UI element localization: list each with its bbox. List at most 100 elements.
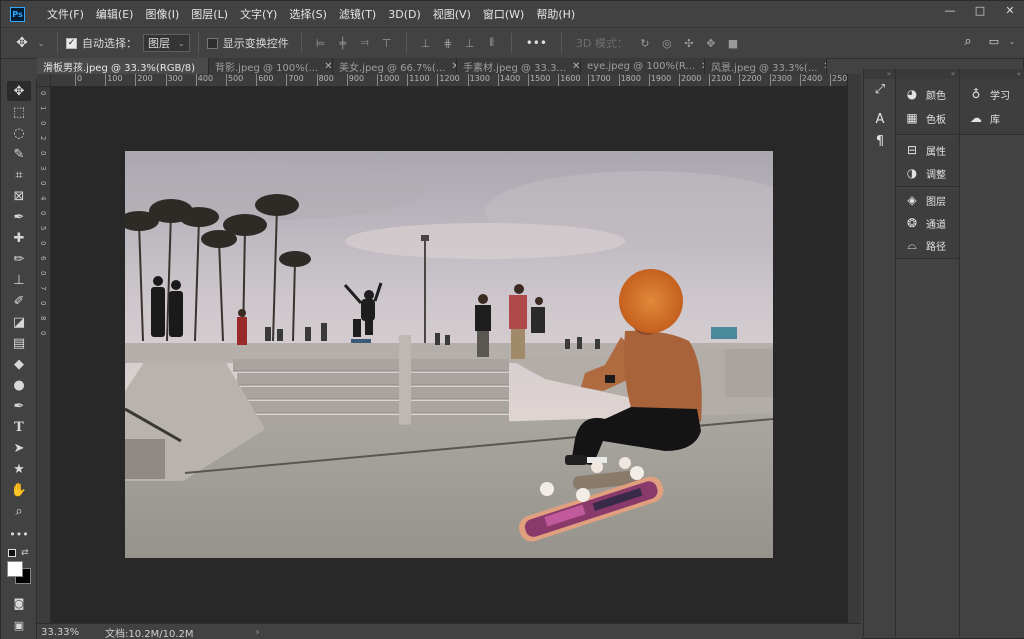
stamp-tool-icon[interactable]: ⊥: [7, 270, 31, 290]
align-left-icon[interactable]: ⊨: [314, 36, 328, 50]
ruler-label: 2000: [681, 74, 702, 83]
align-top-icon[interactable]: ⊤: [380, 36, 394, 50]
show-transform-checkbox[interactable]: [206, 37, 218, 49]
close-tab-icon[interactable]: ✕: [324, 61, 332, 72]
zoom-tool-icon[interactable]: ⌕: [7, 501, 31, 521]
zoom-level[interactable]: 33.33%: [37, 627, 101, 638]
align-bottom-icon[interactable]: ⊥: [463, 36, 477, 50]
menu-type[interactable]: 文字(Y): [234, 6, 283, 22]
menu-layer[interactable]: 图层(L): [185, 6, 234, 22]
panel-tab-layers[interactable]: ◈ 图层: [896, 189, 959, 211]
panel-tab-adjustments[interactable]: ◑ 调整: [896, 162, 959, 184]
minimize-button[interactable]: —: [935, 1, 965, 19]
foreground-color-swatch[interactable]: [7, 561, 23, 577]
collapse-arrows-icon[interactable]: «: [960, 69, 1024, 79]
document-size[interactable]: 文档:10.2M/10.2M: [101, 625, 194, 639]
collapse-arrows-icon[interactable]: «: [896, 69, 959, 79]
status-menu-arrow[interactable]: ›: [256, 627, 260, 638]
canvas-scrollbar[interactable]: [847, 74, 861, 623]
move-tool-icon[interactable]: ✥: [7, 81, 31, 101]
move-tool-icon[interactable]: ✥: [15, 35, 29, 51]
tab-document[interactable]: 美女.jpeg @ 66.7%(... ✕: [333, 58, 457, 74]
panel-tab-channels[interactable]: ❂ 通道: [896, 212, 959, 234]
menu-window[interactable]: 窗口(W): [477, 6, 530, 22]
tab-document[interactable]: 手素材.jpeg @ 33.3... ✕: [457, 58, 581, 74]
align-hcenter-icon[interactable]: ╪: [336, 36, 350, 50]
auto-select-checkbox[interactable]: ✓: [66, 37, 77, 49]
panel-tab-learn[interactable]: ♁ 学习: [960, 83, 1024, 105]
frame-tool-icon[interactable]: ⊠: [7, 186, 31, 206]
align-vtop-icon[interactable]: ⊥: [419, 36, 433, 50]
app-logo-icon[interactable]: Ps: [10, 6, 25, 22]
brush-tool-icon[interactable]: ✏: [7, 249, 31, 269]
quick-mask-icon[interactable]: ◙: [7, 593, 31, 613]
eraser-tool-icon[interactable]: ◪: [7, 312, 31, 332]
marquee-tool-icon[interactable]: ⬚: [7, 102, 31, 122]
edit-toolbar-icon[interactable]: •••: [7, 524, 31, 544]
panel-tab-paths[interactable]: ⌓ 路径: [896, 234, 959, 256]
swap-colors-icon[interactable]: ⇄: [21, 548, 29, 558]
blur-tool-icon[interactable]: ◆: [7, 354, 31, 374]
3d-scale-icon[interactable]: ■: [726, 36, 740, 50]
shape-tool-icon[interactable]: ★: [7, 459, 31, 479]
menu-help[interactable]: 帮助(H): [530, 6, 581, 22]
gradient-tool-icon[interactable]: ▤: [7, 333, 31, 353]
character-icon[interactable]: A: [872, 111, 888, 127]
close-tab-icon[interactable]: ✕: [823, 61, 826, 72]
menu-file[interactable]: 文件(F): [41, 6, 90, 22]
close-tab-icon[interactable]: ✕: [572, 61, 580, 72]
panel-tab-color[interactable]: ◕ 颜色: [896, 83, 959, 105]
auto-select-dropdown[interactable]: 图层 ⌄: [143, 34, 190, 52]
3d-slide-icon[interactable]: ✥: [704, 36, 718, 50]
vertical-ruler[interactable]: 0 1 0 2 0 3 0 4 0 5 0 6 0 7 0 8 0: [37, 87, 51, 623]
history-brush-tool-icon[interactable]: ✐: [7, 291, 31, 311]
chevron-down-icon[interactable]: ⌄: [1009, 34, 1016, 48]
photoshop-window: Ps 文件(F) 编辑(E) 图像(I) 图层(L) 文字(Y) 选择(S) 滤…: [0, 0, 1024, 639]
panel-tab-libraries[interactable]: ☁ 库: [960, 107, 1024, 129]
crop-tool-icon[interactable]: ⌗: [7, 165, 31, 185]
panel-label: 图层: [926, 196, 946, 208]
menu-3d[interactable]: 3D(D): [382, 8, 427, 21]
align-vcenter-icon[interactable]: ⋕: [441, 36, 455, 50]
lasso-tool-icon[interactable]: ◌: [7, 123, 31, 143]
quick-select-tool-icon[interactable]: ✎: [7, 144, 31, 164]
3d-roll-icon[interactable]: ◎: [660, 36, 674, 50]
chevron-down-icon[interactable]: ⌄: [37, 36, 45, 50]
close-button[interactable]: ✕: [995, 1, 1024, 19]
tab-document[interactable]: 背影.jpeg @ 100%(... ✕: [209, 58, 333, 74]
collapse-arrows-icon[interactable]: »: [864, 69, 895, 79]
healing-brush-tool-icon[interactable]: ✚: [7, 228, 31, 248]
ruler-origin[interactable]: [37, 74, 51, 87]
canvas-area[interactable]: [51, 87, 847, 623]
default-colors-icon[interactable]: [8, 549, 16, 557]
eyedropper-tool-icon[interactable]: ✒: [7, 207, 31, 227]
panel-tab-swatches[interactable]: ▦ 色板: [896, 107, 959, 129]
history-icon[interactable]: ⤢: [872, 81, 888, 97]
hand-tool-icon[interactable]: ✋: [7, 480, 31, 500]
dodge-tool-icon[interactable]: ●: [7, 375, 31, 395]
menu-view[interactable]: 视图(V): [427, 6, 477, 22]
tab-document[interactable]: 滑板男孩.jpeg @ 33.3%(RGB/8): [37, 58, 209, 74]
workspace-icon[interactable]: ▭: [987, 34, 1001, 48]
pen-tool-icon[interactable]: ✒: [7, 396, 31, 416]
document-image[interactable]: [125, 151, 773, 558]
maximize-button[interactable]: □: [965, 1, 995, 19]
paragraph-icon[interactable]: ¶: [872, 133, 888, 149]
tab-document[interactable]: eye.jpeg @ 100%(R... ✕: [581, 58, 705, 74]
search-icon[interactable]: ⌕: [961, 34, 975, 49]
path-select-tool-icon[interactable]: ➤: [7, 438, 31, 458]
screen-mode-icon[interactable]: ▣: [7, 615, 31, 635]
distribute-icon[interactable]: ⫴: [485, 36, 499, 50]
menu-image[interactable]: 图像(I): [139, 6, 185, 22]
tab-document[interactable]: 风景.jpeg @ 33.3%(... ✕: [705, 58, 827, 74]
horizontal-ruler[interactable]: 0 100 200 300 400 500 600 700 800 900 1000 1100 1200…: [51, 74, 847, 87]
menu-select[interactable]: 选择(S): [283, 6, 333, 22]
menu-filter[interactable]: 滤镜(T): [333, 6, 382, 22]
3d-rotate-icon[interactable]: ↻: [638, 36, 652, 50]
menu-edit[interactable]: 编辑(E): [90, 6, 140, 22]
panel-tab-properties[interactable]: ⊟ 属性: [896, 139, 959, 161]
type-tool-icon[interactable]: T: [7, 417, 31, 437]
more-options-button[interactable]: •••: [526, 36, 547, 50]
align-right-icon[interactable]: ⫤: [358, 36, 372, 50]
3d-pan-icon[interactable]: ✣: [682, 36, 696, 50]
